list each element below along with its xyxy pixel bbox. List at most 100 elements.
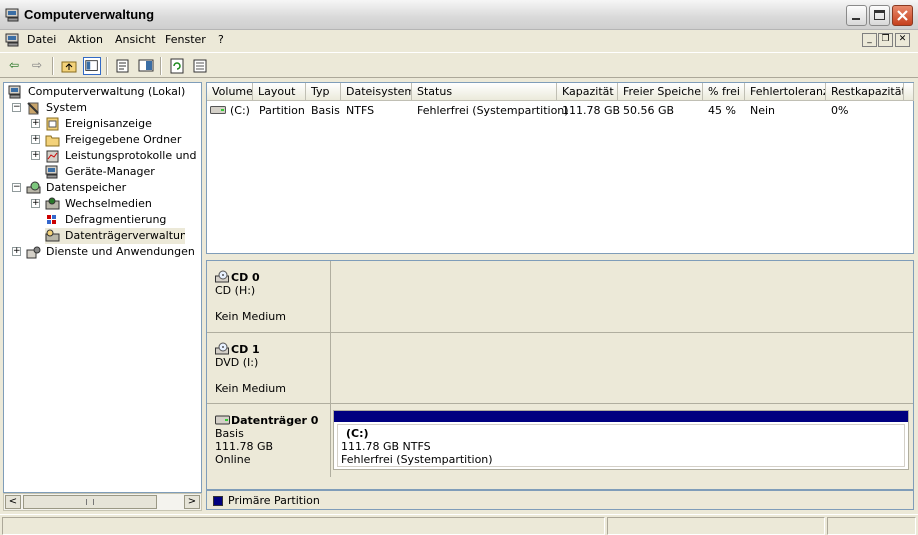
tree-node-dienste[interactable]: Dienste und Anwendungen [26, 244, 196, 260]
toolbar-separator [52, 57, 54, 75]
tree-node-datentraegerverwaltung[interactable]: Datenträgerverwaltung [45, 228, 185, 244]
column-header-status[interactable]: Status [412, 83, 557, 101]
cell-typ: Basis [311, 104, 340, 117]
tree-label: Geräte-Manager [65, 165, 155, 178]
column-header-restkapazitaet[interactable]: Restkapazität [826, 83, 904, 101]
disk-name: CD 1 [231, 343, 260, 356]
tree-node-datenspeicher[interactable]: Datenspeicher [26, 180, 196, 196]
computer-management-icon[interactable] [5, 33, 21, 47]
status-panel [827, 517, 916, 535]
device-manager-icon [45, 165, 58, 179]
column-header-dateisystem[interactable]: Dateisystem [341, 83, 412, 101]
column-header-fehlertoleranz[interactable]: Fehlertoleranz [745, 83, 826, 101]
cell-volume: (C:) [230, 104, 250, 117]
scroll-left-button[interactable]: < [5, 495, 21, 509]
disk-row-cd1[interactable]: CD 1 DVD (I:) Kein Medium [207, 333, 913, 404]
cell-freier-speicher: 50.56 GB [623, 104, 675, 117]
tree-label: System [46, 101, 88, 114]
forward-arrow-icon[interactable]: ⇨ [28, 57, 46, 75]
removable-storage-icon [45, 197, 60, 210]
tree-label: Computerverwaltung (Lokal) [28, 85, 186, 98]
cell-status: Fehlerfrei (Systempartition) [417, 104, 569, 117]
column-header-typ[interactable]: Typ [306, 83, 341, 101]
disk-label-cd0[interactable]: CD 0 CD (H:) Kein Medium [207, 261, 331, 332]
show-hide-tree-icon[interactable] [83, 57, 101, 75]
disk-name: Datenträger 0 [231, 414, 319, 427]
computer-icon [8, 85, 21, 99]
refresh-icon[interactable] [168, 57, 186, 75]
expand-toggle[interactable]: + [31, 119, 40, 128]
legend-swatch [213, 496, 223, 506]
collapse-toggle[interactable]: − [12, 183, 21, 192]
expand-toggle[interactable]: + [31, 199, 40, 208]
menu-bar: Datei Aktion Ansicht Fenster ? [0, 30, 918, 51]
close-icon [897, 10, 908, 21]
disk-status: Kein Medium [215, 382, 286, 395]
tree-node-defragmentierung[interactable]: Defragmentierung [45, 212, 200, 228]
disk-row-disk0[interactable]: Datenträger 0 Basis 111.78 GB Online (C:… [207, 404, 913, 477]
column-header-kapazitaet[interactable]: Kapazität [557, 83, 618, 101]
tree-label: Dienste und Anwendungen [46, 245, 195, 258]
tree-node-freigegebene-ordner[interactable]: Freigegebene Ordner [45, 132, 200, 148]
maximize-button[interactable] [869, 5, 890, 26]
expand-toggle[interactable]: + [31, 135, 40, 144]
cell-dateisystem: NTFS [346, 104, 375, 117]
tree-label: Leistungsprotokolle und Warnungen [65, 149, 200, 162]
disk-label-cd1[interactable]: CD 1 DVD (I:) Kein Medium [207, 333, 331, 403]
collapse-toggle[interactable]: − [12, 103, 21, 112]
child-close-button[interactable]: ✕ [895, 33, 910, 47]
tree-node-ereignisanzeige[interactable]: Ereignisanzeige [45, 116, 200, 132]
expand-toggle[interactable]: + [12, 247, 21, 256]
disk-label-disk0[interactable]: Datenträger 0 Basis 111.78 GB Online [207, 404, 331, 477]
menu-datei[interactable]: Datei [27, 33, 56, 46]
window-title: Computerverwaltung [24, 7, 155, 22]
menu-ansicht[interactable]: Ansicht [115, 33, 156, 46]
disk-management-icon [45, 229, 60, 242]
column-header-layout[interactable]: Layout [253, 83, 306, 101]
partition-bar [334, 411, 908, 422]
back-arrow-icon[interactable]: ⇦ [5, 57, 23, 75]
column-header-prozent-frei[interactable]: % frei [703, 83, 745, 101]
export-list-icon[interactable] [191, 57, 209, 75]
tree-node-geraete-manager[interactable]: Geräte-Manager [45, 164, 200, 180]
tree-label: Freigegebene Ordner [65, 133, 182, 146]
tree-label: Ereignisanzeige [65, 117, 152, 130]
tree-node-wechselmedien[interactable]: Wechselmedien [45, 196, 200, 212]
properties-icon[interactable] [114, 57, 132, 75]
expand-toggle[interactable]: + [31, 151, 40, 160]
partition-detail: 111.78 GB NTFS [341, 440, 431, 453]
scroll-thumb[interactable] [23, 495, 157, 509]
title-bar[interactable]: Computerverwaltung [0, 0, 918, 30]
disk-row-cd0[interactable]: CD 0 CD (H:) Kein Medium [207, 261, 913, 333]
tree-node-root[interactable]: Computerverwaltung (Lokal) [8, 84, 198, 100]
disk-graphical-view: CD 0 CD (H:) Kein Medium CD 1 DVD (I:) K… [206, 260, 914, 490]
tree-node-system[interactable]: System [26, 100, 196, 116]
tree-label: Datenspeicher [46, 181, 127, 194]
child-restore-button[interactable]: ❐ [878, 33, 893, 47]
help-pane-icon[interactable] [137, 57, 155, 75]
cell-layout: Partition [259, 104, 305, 117]
scroll-right-button[interactable]: > [184, 495, 200, 509]
cell-restkapazitaet: 0% [831, 104, 849, 117]
menu-help[interactable]: ? [218, 33, 224, 46]
volume-list: Volume Layout Typ Dateisystem Status Kap… [206, 82, 914, 254]
tree-horizontal-scrollbar[interactable]: < > [3, 493, 202, 511]
close-button[interactable] [892, 5, 913, 26]
menu-aktion[interactable]: Aktion [68, 33, 103, 46]
services-icon [26, 246, 41, 259]
toolbar: ⇦ ⇨ [0, 52, 918, 78]
up-folder-icon[interactable] [60, 57, 78, 75]
disk-status: Online [215, 453, 251, 466]
tree-node-leistungsprotokolle[interactable]: Leistungsprotokolle und Warnungen [45, 148, 200, 164]
computer-icon [5, 8, 19, 22]
partition-c[interactable]: (C:) 111.78 GB NTFS Fehlerfrei (Systempa… [333, 410, 909, 470]
shared-folder-icon [45, 135, 60, 147]
menu-fenster[interactable]: Fenster [165, 33, 206, 46]
minimize-button[interactable] [846, 5, 867, 26]
legend: Primäre Partition [206, 490, 914, 510]
performance-logs-icon [46, 150, 59, 163]
child-minimize-button[interactable]: _ [862, 33, 877, 47]
disk-type: Basis [215, 427, 244, 440]
column-header-freier-speicher[interactable]: Freier Speicher [618, 83, 703, 101]
column-header-volume[interactable]: Volume [207, 83, 253, 101]
